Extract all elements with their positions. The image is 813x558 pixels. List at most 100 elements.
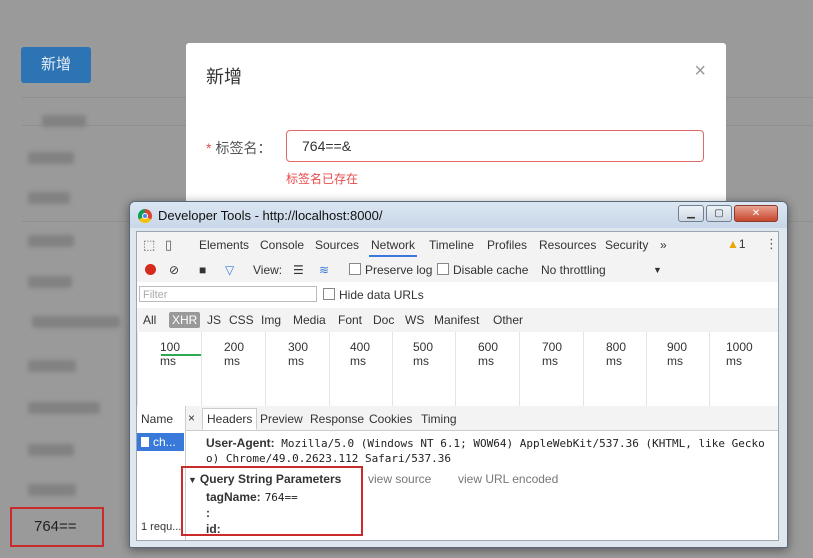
tab-resources[interactable]: Resources (539, 238, 596, 252)
timeline-tick: 100 ms (160, 340, 181, 368)
filter-input[interactable]: Filter (139, 286, 317, 302)
view-url-encoded-link[interactable]: view URL encoded (458, 472, 558, 486)
close-window-button[interactable]: ✕ (734, 205, 778, 222)
timeline-tick: 1000 ms (726, 340, 753, 368)
timeline-tick: 500 ms (413, 340, 434, 368)
maximize-button[interactable]: ▢ (706, 205, 732, 222)
type-doc[interactable]: Doc (373, 313, 394, 327)
timeline-overview[interactable]: 100 ms 200 ms 300 ms 400 ms 500 ms 600 m… (137, 332, 778, 407)
blurred-cell (28, 192, 70, 204)
type-css[interactable]: CSS (229, 313, 254, 327)
timeline-tick: 300 ms (288, 340, 309, 368)
tag-name-label: * 标签名： (206, 138, 271, 158)
devtools-title: Developer Tools - http://localhost:8000/ (158, 208, 383, 223)
blurred-cell (28, 360, 76, 372)
tab-cookies[interactable]: Cookies (369, 412, 412, 426)
hide-data-urls-label: Hide data URLs (339, 288, 424, 302)
user-agent-value-continued: o) Chrome/49.0.2623.112 Safari/537.36 (206, 452, 452, 465)
checkbox-icon (323, 288, 335, 300)
timeline-tick: 400 ms (350, 340, 371, 368)
timeline-tick: 800 ms (606, 340, 627, 368)
minimize-button[interactable]: ▁ (678, 205, 704, 222)
type-xhr[interactable]: XHR (169, 312, 201, 328)
chevron-down-icon[interactable]: ▼ (653, 265, 662, 275)
blurred-cell (28, 484, 76, 496)
blurred-cell (32, 316, 120, 328)
tag-name-error: 标签名已存在 (286, 172, 359, 186)
tab-timeline[interactable]: Timeline (429, 238, 474, 252)
type-js[interactable]: JS (207, 313, 221, 327)
warning-badge[interactable]: ▲1 (727, 237, 746, 251)
tag-name-input[interactable]: 764==& (286, 130, 704, 162)
request-row[interactable]: ch... (137, 433, 184, 451)
timeline-column: 100 ms (137, 332, 180, 406)
add-button[interactable]: 新增 (21, 47, 91, 83)
tab-console[interactable]: Console (260, 238, 304, 252)
tab-preview[interactable]: Preview (260, 412, 303, 426)
capture-screenshots-icon[interactable]: ■ (199, 263, 206, 277)
more-options-icon[interactable]: ⋮ (765, 236, 778, 252)
more-tabs-icon[interactable]: » (660, 238, 667, 252)
record-icon[interactable] (145, 264, 156, 275)
timeline-column: 700 ms (519, 332, 562, 406)
filter-bar: Filter Hide data URLs (137, 282, 778, 309)
close-icon[interactable]: × (694, 61, 706, 81)
blurred-cell (28, 444, 74, 456)
highlighted-cell: 764== (10, 507, 104, 547)
timeline-tick: 200 ms (224, 340, 245, 368)
timeline-column: 200 ms (201, 332, 244, 406)
inspect-icon[interactable]: ⬚ (143, 237, 155, 253)
annotation-highlight-box (181, 466, 363, 536)
view-label: View: (253, 263, 283, 277)
close-details-icon[interactable]: × (188, 411, 195, 425)
timeline-column: 800 ms (583, 332, 626, 406)
tab-timing[interactable]: Timing (421, 412, 457, 426)
network-toolbar: ⊘ ■ ▽ View: ☰ ≋ Preserve log Disable cac… (137, 258, 778, 283)
requests-summary: 1 requ... (141, 521, 182, 533)
type-all[interactable]: All (143, 313, 156, 327)
type-img[interactable]: Img (261, 313, 281, 327)
user-agent-key: User-Agent: (206, 436, 275, 450)
tab-security[interactable]: Security (605, 238, 648, 252)
preserve-log-checkbox[interactable]: Preserve log (349, 263, 432, 277)
disable-cache-checkbox[interactable]: Disable cache (437, 263, 528, 277)
detail-tabbar: × Headers Preview Response Cookies Timin… (186, 406, 778, 431)
add-tag-modal: 新增 × * 标签名： 764==& 标签名已存在 (186, 43, 726, 213)
tab-profiles[interactable]: Profiles (487, 238, 527, 252)
tab-response[interactable]: Response (310, 412, 364, 426)
timeline-column: 300 ms (265, 332, 308, 406)
type-font[interactable]: Font (338, 313, 362, 327)
tab-sources[interactable]: Sources (315, 238, 359, 252)
resource-type-bar: All XHR JS CSS Img Media Font Doc WS Man… (137, 308, 778, 333)
devtools-titlebar[interactable]: Developer Tools - http://localhost:8000/… (130, 202, 787, 228)
tab-network[interactable]: Network (368, 238, 418, 257)
clear-icon[interactable]: ⊘ (169, 263, 179, 277)
checkbox-icon (437, 263, 449, 275)
view-source-link[interactable]: view source (368, 472, 431, 486)
tag-name-label-text: 标签名： (215, 140, 272, 156)
blurred-cell (28, 276, 72, 288)
modal-title: 新增 (206, 67, 242, 87)
warning-count: 1 (738, 237, 746, 251)
devtools-tabbar: ⬚ ▯ Elements Console Sources Network Tim… (137, 232, 778, 259)
timeline-column: 400 ms (329, 332, 370, 406)
type-media[interactable]: Media (293, 313, 326, 327)
type-other[interactable]: Other (493, 313, 523, 327)
type-manifest[interactable]: Manifest (434, 313, 479, 327)
device-mode-icon[interactable]: ▯ (165, 237, 172, 253)
name-column-header[interactable]: Name (141, 412, 173, 426)
timeline-column: 600 ms (455, 332, 498, 406)
timeline-tick: 600 ms (478, 340, 499, 368)
timeline-column: 1000 ms (709, 332, 753, 406)
user-agent-value: Mozilla/5.0 (Windows NT 6.1; WOW64) Appl… (281, 437, 765, 450)
hide-data-urls-checkbox[interactable]: Hide data URLs (323, 288, 424, 302)
overview-icon[interactable]: ≋ (319, 263, 329, 277)
large-rows-icon[interactable]: ☰ (293, 263, 304, 277)
filter-icon[interactable]: ▽ (225, 263, 234, 277)
throttling-select[interactable]: No throttling (541, 263, 606, 277)
type-ws[interactable]: WS (405, 313, 424, 327)
tab-elements[interactable]: Elements (199, 238, 249, 252)
blurred-cell (28, 152, 74, 164)
timeline-column: 500 ms (392, 332, 433, 406)
tab-headers[interactable]: Headers (202, 408, 258, 430)
